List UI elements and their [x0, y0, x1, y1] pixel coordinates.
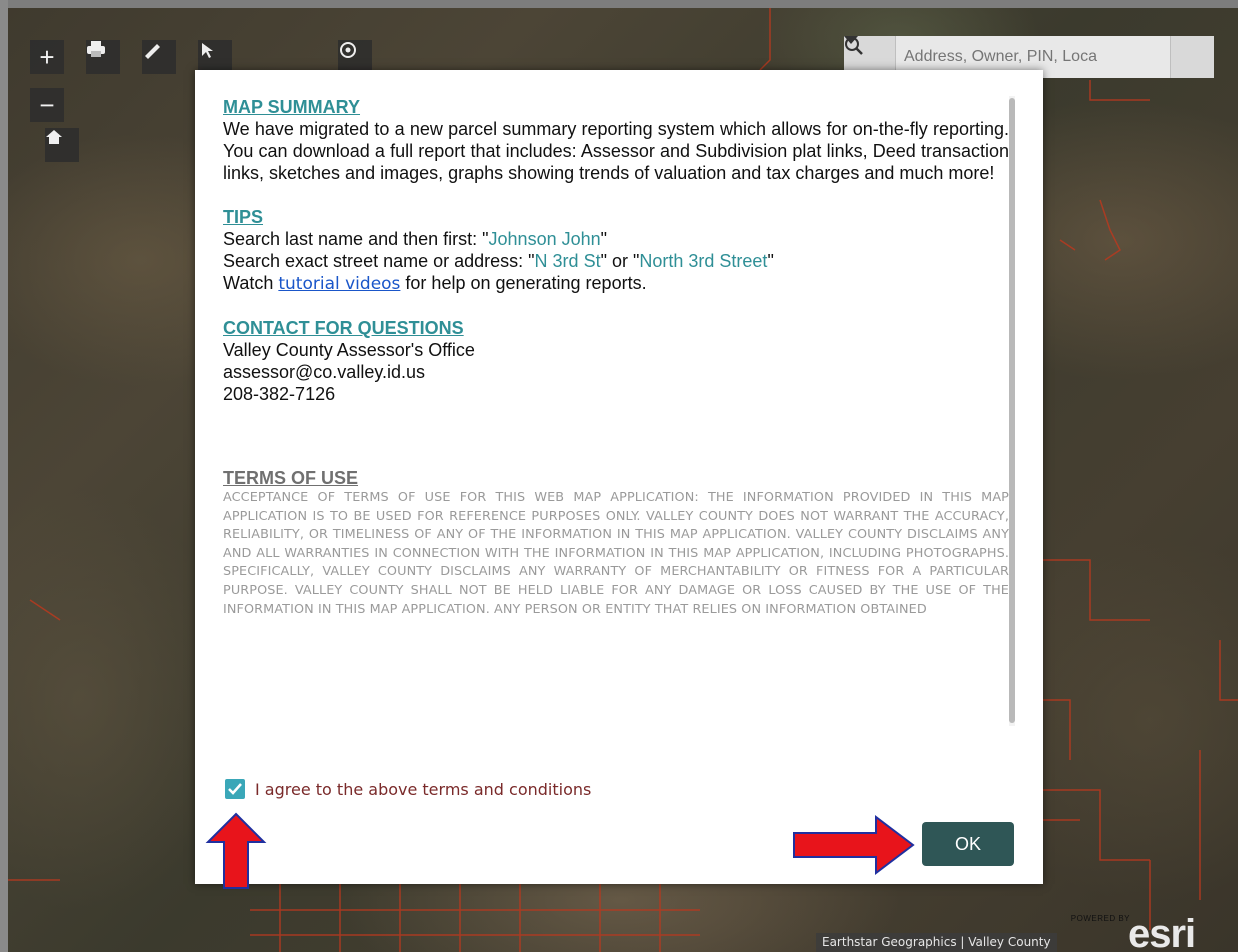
scrollbar-thumb[interactable]: [1009, 98, 1015, 723]
dialog-content[interactable]: MAP SUMMARY We have migrated to a new pa…: [223, 96, 1009, 746]
search-button[interactable]: [845, 36, 1214, 78]
contact-phone: 208-382-7126: [223, 384, 336, 404]
contact-heading: CONTACT FOR QUESTIONS: [223, 318, 464, 338]
tip-tutorial: Watch tutorial videos for help on genera…: [223, 273, 647, 294]
map-summary-heading: MAP SUMMARY: [223, 97, 361, 117]
home-icon: [46, 130, 62, 144]
measure-button[interactable]: [142, 40, 176, 74]
print-icon: [87, 41, 105, 57]
home-button[interactable]: [45, 128, 79, 162]
terms-text: ACCEPTANCE OF TERMS OF USE FOR THIS WEB …: [223, 490, 1009, 617]
tips-heading: TIPS: [223, 207, 264, 227]
select-button[interactable]: [198, 40, 232, 74]
right-arrow-annotation: [793, 814, 915, 876]
basemap-icon: [340, 42, 356, 58]
select-icon: [202, 43, 213, 58]
ok-button[interactable]: OK: [922, 822, 1014, 866]
zoom-in-button[interactable]: +: [30, 40, 64, 74]
splash-dialog: MAP SUMMARY We have migrated to a new pa…: [195, 70, 1043, 884]
basemap-button[interactable]: [338, 40, 372, 74]
print-button[interactable]: [86, 40, 120, 74]
tutorial-videos-link[interactable]: tutorial videos: [278, 274, 400, 294]
map-summary-text: We have migrated to a new parcel summary…: [223, 119, 1009, 183]
agree-checkbox[interactable]: [225, 779, 245, 799]
measure-icon: [145, 44, 160, 59]
up-arrow-annotation: [205, 812, 267, 889]
tip-search-address: Search exact street name or address: "N …: [223, 251, 774, 271]
agree-label[interactable]: I agree to the above terms and condition…: [255, 780, 591, 799]
zoom-out-button[interactable]: −: [30, 88, 64, 122]
agree-checkbox-row[interactable]: I agree to the above terms and condition…: [225, 779, 591, 799]
checkmark-icon: [228, 783, 242, 795]
terms-heading: TERMS OF USE: [223, 468, 359, 488]
search-icon: [845, 37, 863, 55]
contact-office: Valley County Assessor's Office: [223, 340, 475, 360]
contact-email: assessor@co.valley.id.us: [223, 362, 426, 382]
tip-search-name: Search last name and then first: "Johnso…: [223, 229, 608, 249]
map-attribution: Earthstar Geographics | Valley County: [816, 933, 1057, 952]
dialog-scrollbar[interactable]: [1009, 96, 1015, 726]
